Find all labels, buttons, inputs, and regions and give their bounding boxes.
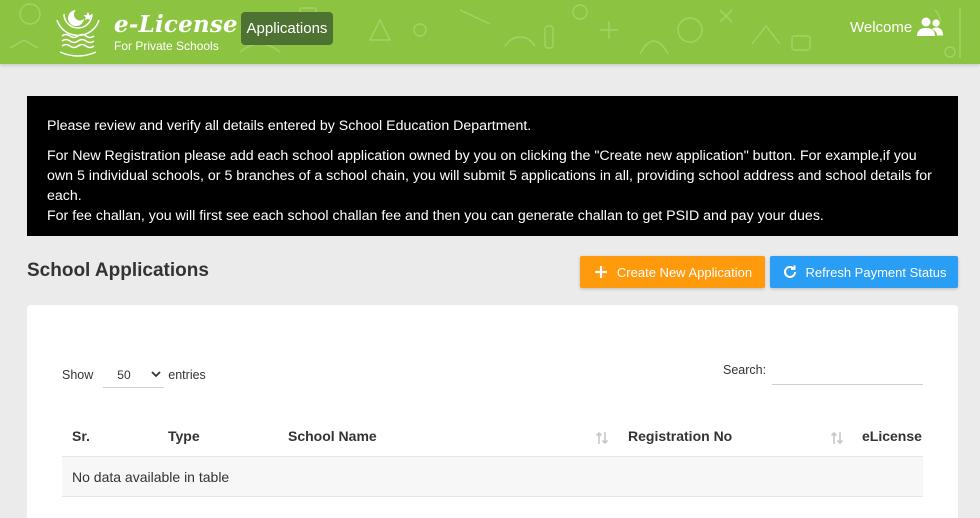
section-title: School Applications [27, 260, 209, 281]
column-header-registration-no[interactable]: Registration No [628, 428, 732, 444]
column-header-sr[interactable]: Sr. [72, 428, 90, 444]
emblem-logo [56, 10, 100, 57]
sort-icon[interactable] [595, 430, 609, 446]
refresh-button-label: Refresh Payment Status [805, 264, 947, 280]
page-length-select[interactable]: 50 [103, 361, 165, 388]
create-button-label: Create New Application [616, 264, 753, 280]
brand-text: e-License For Private Schools [114, 10, 238, 53]
applications-card: Show 50 entries Search: Sr. Type School … [27, 305, 958, 518]
search-label: Search: [723, 363, 767, 377]
plus-icon [594, 266, 607, 278]
chevron-down-icon [151, 371, 161, 378]
users-icon[interactable] [917, 16, 943, 38]
nav-applications[interactable]: Applications [241, 12, 333, 45]
show-label: Show [62, 367, 94, 382]
notice-line-3: For fee challan, you will first see each… [47, 208, 824, 224]
table-row: No data available in table [62, 457, 923, 497]
notice-line-1: Please review and verify all details ent… [47, 118, 532, 134]
refresh-payment-status-button[interactable]: Refresh Payment Status [770, 256, 958, 288]
create-new-application-button[interactable]: Create New Application [580, 256, 765, 288]
column-header-school-name[interactable]: School Name [288, 428, 377, 444]
sort-icon[interactable] [830, 430, 844, 446]
table-header: Sr. Type School Name Registration No eLi… [62, 414, 923, 457]
notice-line-2: For New Registration please add each sch… [47, 148, 932, 204]
applications-table: Sr. Type School Name Registration No eLi… [62, 414, 923, 498]
notice-panel: Please review and verify all details ent… [27, 96, 958, 236]
refresh-icon [783, 265, 796, 278]
search-input[interactable] [772, 354, 923, 385]
welcome-text[interactable]: Welcome [850, 19, 912, 37]
brand-title: e-License [114, 10, 238, 38]
page-length-control: Show 50 entries [62, 361, 206, 388]
column-header-type[interactable]: Type [168, 428, 200, 444]
entries-label: entries [168, 367, 206, 382]
empty-table-message: No data available in table [72, 469, 230, 485]
column-header-elicense[interactable]: eLicense [862, 428, 922, 444]
top-navbar: e-License For Private Schools Applicatio… [0, 0, 980, 64]
brand[interactable]: e-License For Private Schools [48, 6, 238, 58]
page-length-value: 50 [117, 368, 131, 382]
brand-subtitle: For Private Schools [114, 38, 219, 53]
